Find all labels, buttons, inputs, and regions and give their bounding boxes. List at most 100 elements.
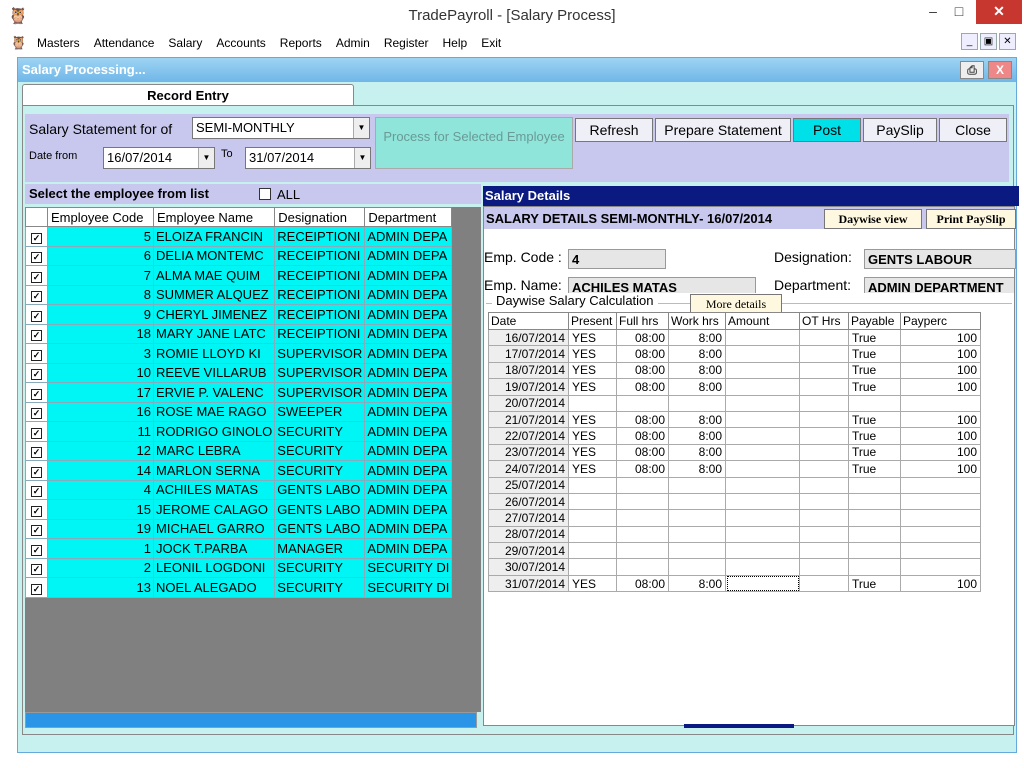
daywise-row[interactable]: 22/07/2014 YES 08:00 8:00 True 100 — [488, 427, 981, 445]
full-hrs-cell[interactable] — [616, 394, 669, 412]
daywise-row[interactable]: 17/07/2014 YES 08:00 8:00 True 100 — [488, 345, 981, 363]
payslip-button[interactable]: PaySlip — [863, 118, 937, 142]
present-cell[interactable] — [568, 558, 617, 576]
mdi-close-button[interactable]: ✕ — [999, 33, 1016, 50]
date-cell[interactable]: 21/07/2014 — [488, 410, 569, 429]
mdi-restore-button[interactable]: ▣ — [980, 33, 997, 50]
row-checkbox[interactable]: ✓ — [25, 518, 48, 539]
employee-name-cell[interactable]: ALMA MAE QUIM — [152, 265, 276, 286]
employee-code-cell[interactable]: 2 — [47, 557, 154, 578]
payable-cell[interactable]: True — [848, 378, 901, 396]
col-payable[interactable]: Payable — [848, 312, 901, 330]
payable-cell[interactable]: True — [848, 328, 901, 347]
designation-field[interactable]: GENTS LABOUR — [864, 249, 1016, 269]
menu-salary[interactable]: Salary — [161, 36, 209, 50]
checkmark-icon[interactable]: ✓ — [31, 330, 42, 342]
row-checkbox[interactable]: ✓ — [25, 362, 48, 383]
menu-masters[interactable]: Masters — [30, 36, 87, 50]
owl-menu-icon[interactable]: 🦉 — [8, 35, 30, 51]
col-employee-code[interactable]: Employee Code — [47, 207, 154, 227]
payable-cell[interactable]: True — [848, 427, 901, 445]
department-cell[interactable]: ADMIN DEPA — [364, 245, 453, 266]
amount-cell[interactable] — [725, 378, 800, 396]
chevron-down-icon[interactable]: ▼ — [353, 118, 369, 138]
department-cell[interactable]: ADMIN DEPA — [364, 479, 453, 500]
amount-cell[interactable] — [725, 492, 800, 511]
menu-register[interactable]: Register — [377, 36, 436, 50]
daywise-row[interactable]: 29/07/2014 — [488, 542, 981, 560]
refresh-button[interactable]: Refresh — [575, 118, 653, 142]
ot-hrs-cell[interactable] — [799, 410, 849, 429]
ot-hrs-cell[interactable] — [799, 525, 849, 544]
date-from-picker[interactable]: 16/07/2014 ▼ — [103, 147, 215, 169]
designation-cell[interactable]: RECEIPTIONI — [274, 226, 366, 247]
work-hrs-cell[interactable]: 8:00 — [668, 328, 726, 347]
col-employee-name[interactable]: Employee Name — [152, 207, 276, 227]
daywise-row[interactable]: 26/07/2014 — [488, 492, 981, 511]
amount-cell[interactable] — [725, 525, 800, 544]
checkmark-icon[interactable]: ✓ — [31, 271, 42, 283]
department-cell[interactable]: ADMIN DEPA — [364, 538, 453, 559]
employee-name-cell[interactable]: REEVE VILLARUB — [152, 362, 276, 383]
table-row[interactable]: ✓ 1 JOCK T.PARBA MANAGER ADMIN DEPA — [25, 538, 453, 559]
amount-cell[interactable] — [725, 476, 800, 494]
daywise-row[interactable]: 21/07/2014 YES 08:00 8:00 True 100 — [488, 410, 981, 429]
post-button[interactable]: Post — [793, 118, 861, 142]
work-hrs-cell[interactable] — [668, 542, 726, 560]
work-hrs-cell[interactable] — [668, 509, 726, 527]
employee-name-cell[interactable]: NOEL ALEGADO — [152, 577, 276, 598]
amount-cell[interactable] — [725, 443, 800, 462]
payperc-cell[interactable] — [900, 476, 981, 494]
date-cell[interactable]: 16/07/2014 — [488, 328, 569, 347]
payperc-cell[interactable] — [900, 509, 981, 527]
amount-cell[interactable] — [725, 574, 800, 593]
table-row[interactable]: ✓ 5 ELOIZA FRANCIN RECEIPTIONI ADMIN DEPA — [25, 226, 453, 247]
date-cell[interactable]: 26/07/2014 — [488, 492, 569, 511]
present-cell[interactable] — [568, 476, 617, 494]
row-checkbox[interactable]: ✓ — [25, 577, 48, 598]
department-cell[interactable]: ADMIN DEPA — [364, 284, 453, 305]
department-cell[interactable]: SECURITY DI — [364, 577, 453, 598]
menu-exit[interactable]: Exit — [474, 36, 508, 50]
payperc-cell[interactable] — [900, 492, 981, 511]
payperc-cell[interactable]: 100 — [900, 378, 981, 396]
employee-code-cell[interactable]: 18 — [47, 323, 154, 344]
employee-name-cell[interactable]: ROMIE LLOYD KI — [152, 343, 276, 364]
full-hrs-cell[interactable] — [616, 525, 669, 544]
full-hrs-cell[interactable] — [616, 476, 669, 494]
checkmark-icon[interactable]: ✓ — [31, 232, 42, 244]
payable-cell[interactable] — [848, 394, 901, 412]
col-full-hrs[interactable]: Full hrs — [616, 312, 669, 330]
ot-hrs-cell[interactable] — [799, 345, 849, 363]
checkmark-icon[interactable]: ✓ — [31, 525, 42, 537]
payable-cell[interactable]: True — [848, 345, 901, 363]
present-cell[interactable] — [568, 394, 617, 412]
work-hrs-cell[interactable]: 8:00 — [668, 427, 726, 445]
daywise-view-button[interactable]: Daywise view — [824, 209, 922, 229]
present-cell[interactable]: YES — [568, 427, 617, 445]
checkmark-icon[interactable]: ✓ — [31, 252, 42, 264]
department-cell[interactable]: ADMIN DEPA — [364, 323, 453, 344]
amount-cell[interactable] — [725, 328, 800, 347]
row-checkbox[interactable]: ✓ — [25, 265, 48, 286]
employee-code-cell[interactable]: 9 — [47, 304, 154, 325]
daywise-row[interactable]: 27/07/2014 — [488, 509, 981, 527]
employee-code-cell[interactable]: 6 — [47, 245, 154, 266]
full-hrs-cell[interactable]: 08:00 — [616, 410, 669, 429]
employee-code-cell[interactable]: 10 — [47, 362, 154, 383]
designation-cell[interactable]: SWEEPER — [274, 401, 366, 422]
department-cell[interactable]: ADMIN DEPA — [364, 362, 453, 383]
amount-cell[interactable] — [725, 460, 800, 478]
table-row[interactable]: ✓ 17 ERVIE P. VALENC SUPERVISOR ADMIN DEPA — [25, 382, 453, 403]
row-checkbox[interactable]: ✓ — [25, 499, 48, 520]
amount-cell[interactable] — [725, 427, 800, 445]
table-row[interactable]: ✓ 11 RODRIGO GINOLO SECURITY ADMIN DEPA — [25, 421, 453, 442]
table-row[interactable]: ✓ 15 JEROME CALAGO GENTS LABO ADMIN DEPA — [25, 499, 453, 520]
employee-name-cell[interactable]: ELOIZA FRANCIN — [152, 226, 276, 247]
row-checkbox[interactable]: ✓ — [25, 245, 48, 266]
department-cell[interactable]: ADMIN DEPA — [364, 401, 453, 422]
amount-cell[interactable] — [725, 345, 800, 363]
designation-cell[interactable]: SECURITY — [274, 460, 366, 481]
row-checkbox[interactable]: ✓ — [25, 323, 48, 344]
employee-code-cell[interactable]: 15 — [47, 499, 154, 520]
